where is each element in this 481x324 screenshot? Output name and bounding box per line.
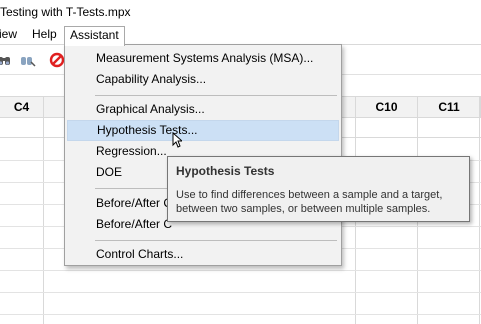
window-title: Testing with T-Tests.mpx xyxy=(0,5,131,19)
tooltip-body: Use to find differences between a sample… xyxy=(176,189,443,215)
grid-line xyxy=(0,314,481,315)
menu-view[interactable]: iew xyxy=(0,26,22,45)
stop-icon[interactable] xyxy=(49,52,65,68)
menu-item-capability-analysis[interactable]: Capability Analysis... xyxy=(67,69,339,90)
menu-item-graphical-analysis[interactable]: Graphical Analysis... xyxy=(67,99,339,120)
grid-line xyxy=(43,96,44,324)
menu-help[interactable]: Help xyxy=(27,26,62,45)
column-header-c10[interactable]: C10 xyxy=(356,97,418,118)
menu-item-control-charts[interactable]: Control Charts... xyxy=(67,244,339,265)
column-header-c4[interactable]: C4 xyxy=(0,97,44,118)
menu-separator xyxy=(95,240,337,241)
hypothesis-tests-tooltip: Hypothesis Tests Use to find differences… xyxy=(167,156,470,222)
menu-assistant[interactable]: Assistant xyxy=(64,26,125,46)
binoculars-icon[interactable] xyxy=(0,52,12,68)
menu-separator xyxy=(95,95,337,96)
grid-line xyxy=(0,270,481,271)
cursor-icon xyxy=(172,131,184,151)
menu-item-hypothesis-tests[interactable]: Hypothesis Tests... xyxy=(67,120,339,141)
find-replace-icon[interactable] xyxy=(20,52,36,68)
menu-item-msa[interactable]: Measurement Systems Analysis (MSA)... xyxy=(67,48,339,69)
title-bar: Testing with T-Tests.mpx xyxy=(0,0,481,26)
grid-line xyxy=(479,96,480,324)
assistant-menu: Measurement Systems Analysis (MSA)... Ca… xyxy=(64,44,342,266)
tooltip-title: Hypothesis Tests xyxy=(176,164,275,178)
grid-line xyxy=(0,292,481,293)
column-header-c11[interactable]: C11 xyxy=(418,97,481,118)
menu-bar: iew Help Assistant xyxy=(0,26,481,46)
